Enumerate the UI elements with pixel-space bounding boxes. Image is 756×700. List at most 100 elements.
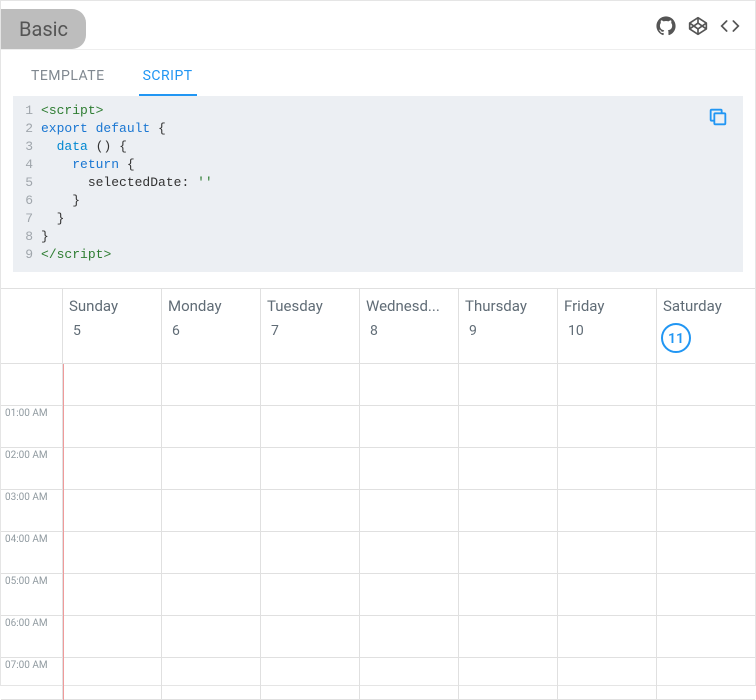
- line-number: 4: [13, 156, 41, 174]
- grid-cell[interactable]: [63, 364, 161, 406]
- grid-cell[interactable]: [162, 406, 260, 448]
- day-header[interactable]: Saturday11: [657, 289, 755, 363]
- grid-cell[interactable]: [558, 532, 656, 574]
- grid-cell[interactable]: [261, 658, 359, 700]
- time-col-header: [1, 289, 63, 363]
- grid-cell[interactable]: [558, 574, 656, 616]
- grid-cell[interactable]: [63, 658, 161, 700]
- grid-cell[interactable]: [360, 616, 458, 658]
- grid-cell[interactable]: [360, 364, 458, 406]
- grid-cell[interactable]: [261, 616, 359, 658]
- grid-col[interactable]: [657, 364, 755, 700]
- day-header[interactable]: Wednesd...8: [360, 289, 459, 363]
- line-number: 3: [13, 138, 41, 156]
- grid-cell[interactable]: [657, 616, 755, 658]
- grid-cell[interactable]: [459, 448, 557, 490]
- grid-cell[interactable]: [558, 658, 656, 700]
- grid-cell[interactable]: [63, 574, 161, 616]
- grid-col[interactable]: [558, 364, 657, 700]
- grid-cell[interactable]: [657, 490, 755, 532]
- grid-cell[interactable]: [459, 490, 557, 532]
- grid-cell[interactable]: [360, 574, 458, 616]
- grid-cell[interactable]: [360, 448, 458, 490]
- grid-col[interactable]: [459, 364, 558, 700]
- grid-col[interactable]: [162, 364, 261, 700]
- grid-cell[interactable]: [360, 490, 458, 532]
- grid-cell[interactable]: [360, 532, 458, 574]
- grid-cell[interactable]: [63, 490, 161, 532]
- time-slot: [1, 364, 62, 406]
- grid-cell[interactable]: [459, 406, 557, 448]
- day-number: 5: [63, 323, 161, 339]
- grid-cell[interactable]: [558, 616, 656, 658]
- grid-col[interactable]: [63, 364, 162, 700]
- grid-cell[interactable]: [162, 658, 260, 700]
- grid-cell[interactable]: [558, 364, 656, 406]
- grid-cell[interactable]: [63, 448, 161, 490]
- time-slot: 01:00 AM: [1, 406, 62, 448]
- grid-cell[interactable]: [63, 532, 161, 574]
- grid-cell[interactable]: [657, 532, 755, 574]
- time-slot: 05:00 AM: [1, 574, 62, 616]
- grid-cell[interactable]: [63, 616, 161, 658]
- page-title: Basic: [1, 9, 86, 49]
- grid-cell[interactable]: [558, 490, 656, 532]
- codepen-icon[interactable]: [687, 15, 709, 37]
- grid-cell[interactable]: [459, 532, 557, 574]
- code-line: }: [41, 192, 743, 210]
- grid-cell[interactable]: [360, 658, 458, 700]
- code-icon[interactable]: [719, 15, 741, 37]
- grid-cell[interactable]: [261, 364, 359, 406]
- github-icon[interactable]: [655, 15, 677, 37]
- tab-template[interactable]: TEMPLATE: [27, 60, 109, 96]
- day-name: Saturday: [657, 297, 755, 315]
- grid-cell[interactable]: [162, 532, 260, 574]
- grid-cell[interactable]: [657, 448, 755, 490]
- grid-cell[interactable]: [261, 448, 359, 490]
- calendar: Sunday 5Monday6Tuesday7Wednesd...8Thursda…: [1, 288, 755, 693]
- grid-cell[interactable]: [657, 364, 755, 406]
- grid-col[interactable]: [360, 364, 459, 700]
- code-line: <script>: [41, 102, 743, 120]
- calendar-body[interactable]: 01:00 AM02:00 AM03:00 AM04:00 AM05:00 AM…: [1, 364, 755, 700]
- grid-cell[interactable]: [162, 616, 260, 658]
- day-header[interactable]: Sunday 5: [63, 289, 162, 363]
- grid-cell[interactable]: [657, 406, 755, 448]
- code-line: export default {: [41, 120, 743, 138]
- day-header[interactable]: Thursday9: [459, 289, 558, 363]
- grid-cell[interactable]: [162, 574, 260, 616]
- grid-cell[interactable]: [261, 532, 359, 574]
- grid-cell[interactable]: [459, 658, 557, 700]
- line-number: 1: [13, 102, 41, 120]
- day-header[interactable]: Monday6: [162, 289, 261, 363]
- day-header[interactable]: Tuesday7: [261, 289, 360, 363]
- header-icon-row: [655, 9, 741, 37]
- grid-cell[interactable]: [459, 574, 557, 616]
- code-line: }: [41, 210, 743, 228]
- grid-cell[interactable]: [63, 406, 161, 448]
- day-name: Sunday: [63, 297, 161, 315]
- grid-cell[interactable]: [162, 490, 260, 532]
- grid-cell[interactable]: [459, 364, 557, 406]
- code-line: data () {: [41, 138, 743, 156]
- line-number: 5: [13, 174, 41, 192]
- copy-icon[interactable]: [707, 106, 729, 134]
- grid-cell[interactable]: [657, 574, 755, 616]
- grid-cell[interactable]: [261, 490, 359, 532]
- grid-cell[interactable]: [657, 658, 755, 700]
- grid-col[interactable]: [261, 364, 360, 700]
- grid-cell[interactable]: [261, 574, 359, 616]
- grid-cell[interactable]: [360, 406, 458, 448]
- grid-cell[interactable]: [162, 448, 260, 490]
- tabs-row: TEMPLATE SCRIPT: [1, 50, 755, 96]
- grid-cell[interactable]: [459, 616, 557, 658]
- grid-cell[interactable]: [162, 364, 260, 406]
- grid-cell[interactable]: [261, 406, 359, 448]
- grid-cell[interactable]: [558, 448, 656, 490]
- day-header[interactable]: Friday10: [558, 289, 657, 363]
- line-number: 2: [13, 120, 41, 138]
- code-line: }: [41, 228, 743, 246]
- tab-script[interactable]: SCRIPT: [139, 60, 197, 96]
- grid-cell[interactable]: [558, 406, 656, 448]
- time-slot: 06:00 AM: [1, 616, 62, 658]
